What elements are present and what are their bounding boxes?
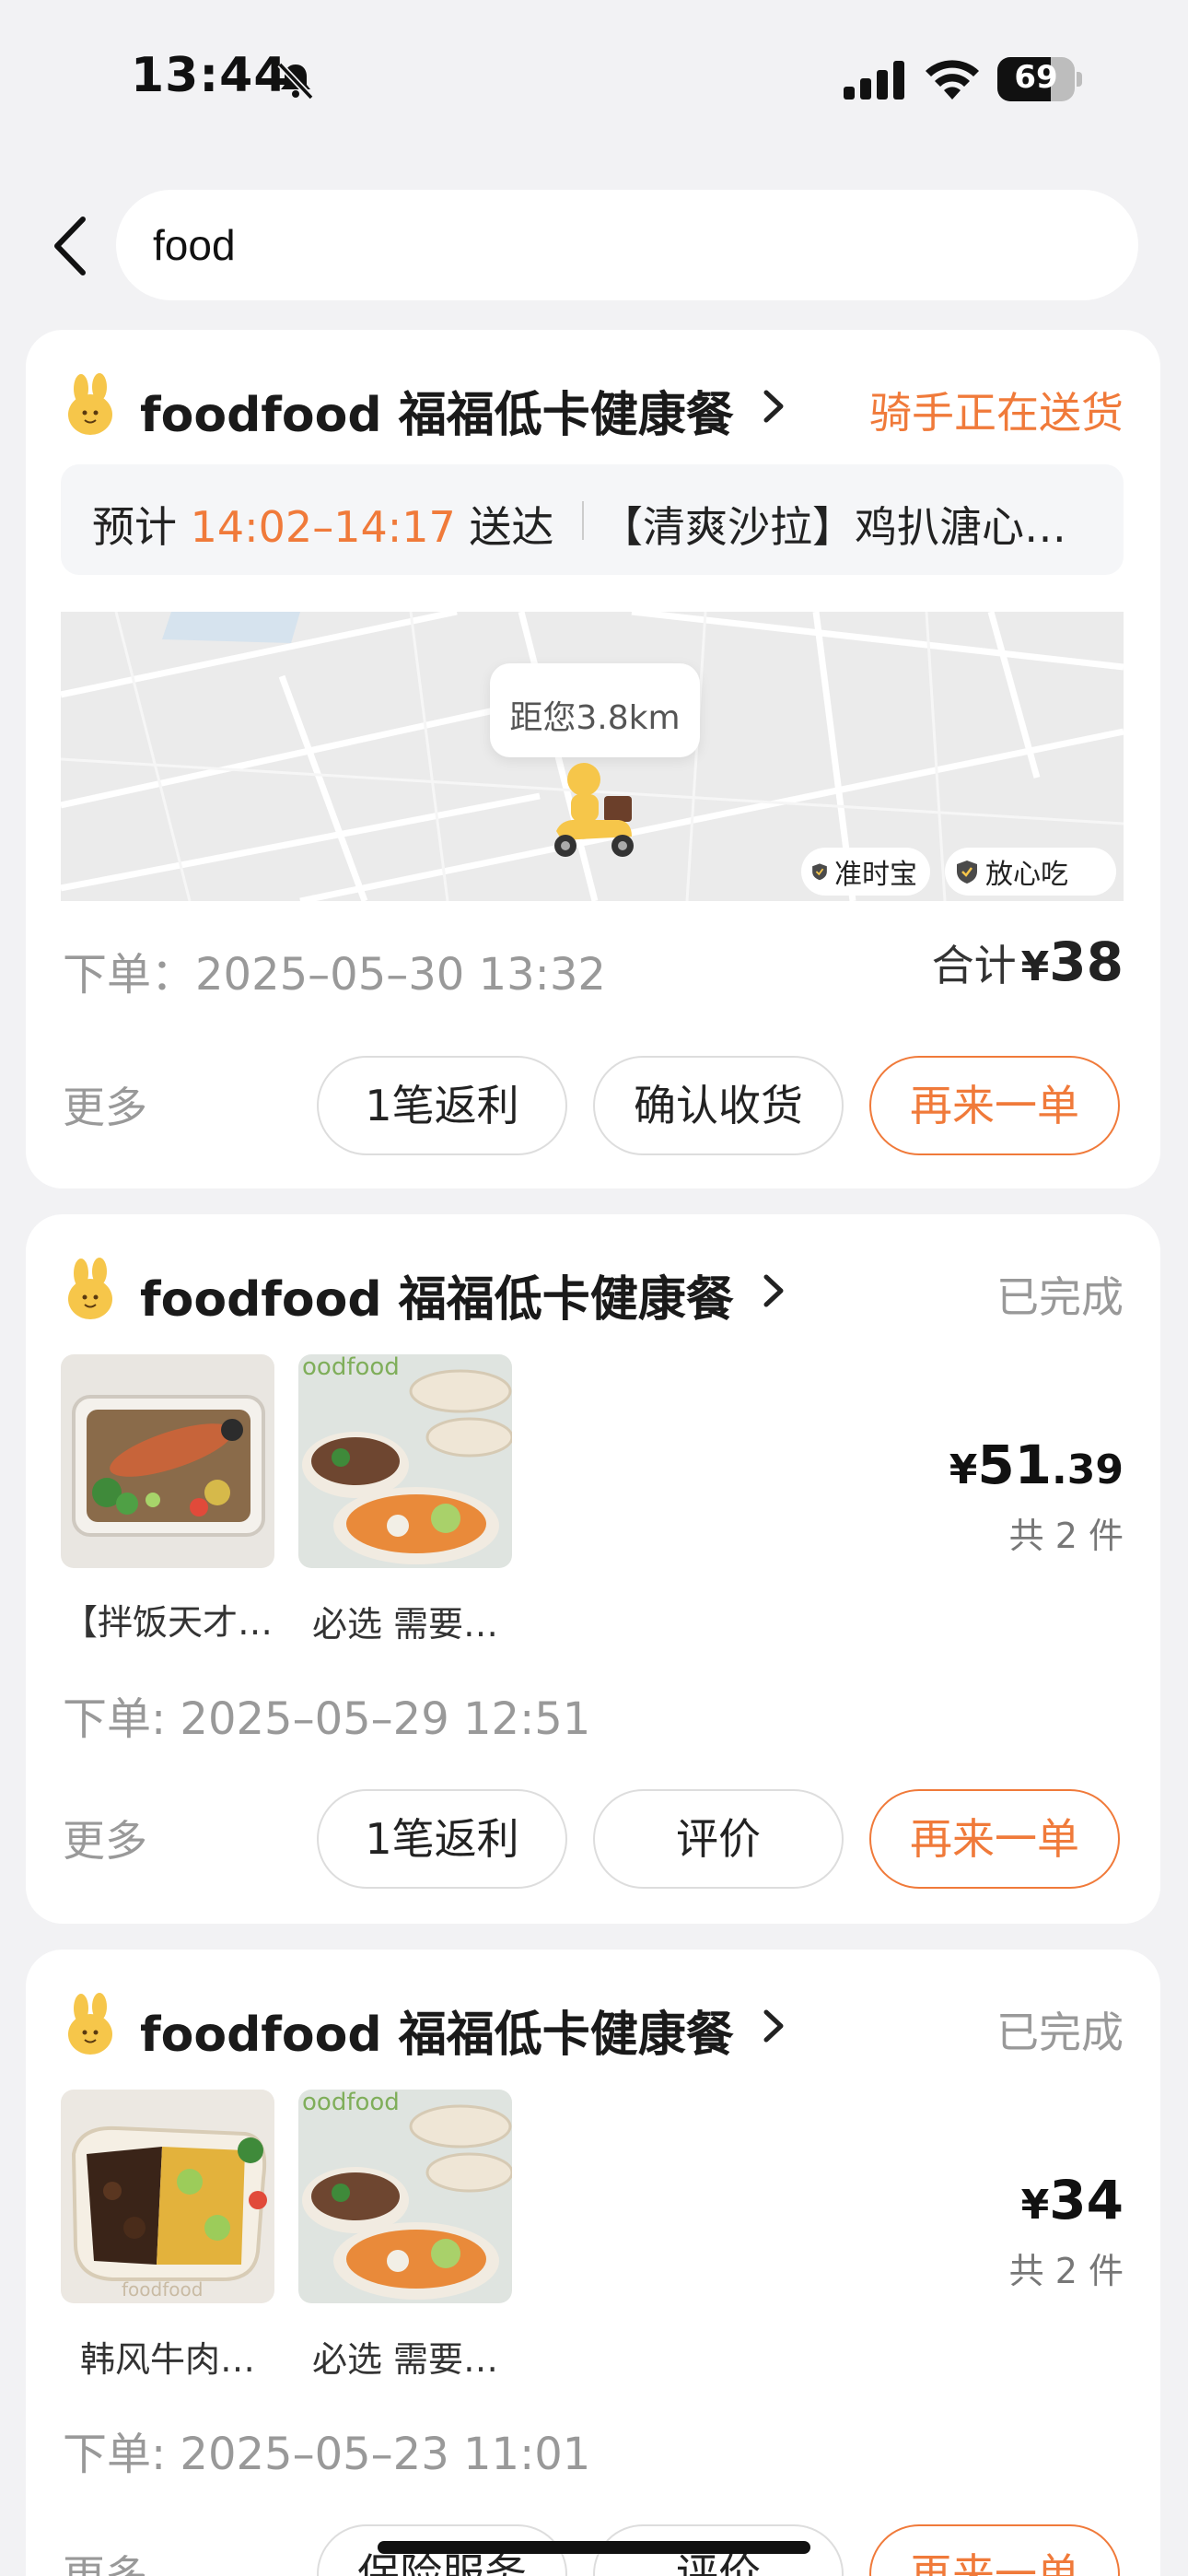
confirm-receipt-button[interactable]: 确认收货 bbox=[593, 1056, 844, 1155]
order-price: ¥34 bbox=[1021, 2169, 1124, 2231]
store-header[interactable]: foodfood 福福低卡健康餐 已完成 bbox=[63, 1253, 1124, 1329]
more-link[interactable]: 更多 bbox=[63, 1074, 147, 1135]
battery-indicator: 69 bbox=[997, 57, 1082, 101]
store-logo-icon bbox=[68, 373, 112, 435]
status-bar: 13:44 69 bbox=[0, 0, 1188, 157]
eta-bar[interactable]: 预计 14:02–14:17 送达 【清爽沙拉】鸡扒溏心… bbox=[61, 464, 1124, 575]
svg-text:foodfood: foodfood bbox=[122, 2278, 203, 2301]
item-caption: 【拌饭天才… bbox=[62, 1602, 273, 1643]
eta-prefix: 预计 bbox=[92, 502, 177, 552]
badge-food-safety[interactable]: 放心吃 bbox=[945, 848, 1116, 896]
distance-bubble: 距您3.8km bbox=[490, 663, 700, 757]
more-link[interactable]: 更多 bbox=[63, 2543, 147, 2576]
total-currency: ¥ bbox=[1020, 943, 1050, 990]
badge-label: 准时宝 bbox=[834, 859, 917, 891]
order-status: 骑手正在送货 bbox=[869, 388, 1124, 438]
search-bar[interactable] bbox=[116, 190, 1138, 300]
order-card-completed[interactable]: foodfood 福福低卡健康餐 已完成 oodfood 【拌饭天才… 必选 需… bbox=[26, 1214, 1160, 1924]
chevron-right-icon[interactable] bbox=[759, 2005, 788, 2047]
reorder-button[interactable]: 再来一单 bbox=[869, 1056, 1120, 1155]
price-integer: 51 bbox=[977, 1434, 1053, 1496]
eta-text: 预计 14:02–14:17 送达 bbox=[92, 494, 553, 555]
order-date: 下单: 2025–05–29 12:51 bbox=[63, 1693, 591, 1745]
item-thumbnail-foodfood-packaging[interactable]: oodfood bbox=[298, 1354, 512, 1568]
reorder-button[interactable]: 再来一单 bbox=[869, 1789, 1120, 1889]
svg-text:oodfood: oodfood bbox=[302, 1354, 400, 1381]
item-caption: 韩风牛肉… bbox=[79, 2339, 255, 2380]
distance-text: 距您3.8km bbox=[509, 699, 681, 737]
battery-level-text: 69 bbox=[1014, 59, 1058, 96]
eta-time: 14:02–14:17 bbox=[190, 502, 456, 552]
delivery-rider-icon bbox=[554, 763, 634, 857]
item-thumbnail-beef-egg-bowl[interactable]: foodfood bbox=[61, 2090, 274, 2303]
order-card-completed[interactable]: foodfood 福福低卡健康餐 已完成 foodfood oodfood 韩风… bbox=[26, 1950, 1160, 2576]
order-status: 已完成 bbox=[996, 2008, 1124, 2057]
order-price: ¥51.39 bbox=[949, 1434, 1124, 1496]
item-thumbnail-salmon-rice-bowl[interactable] bbox=[61, 1354, 274, 1568]
back-arrow-icon[interactable] bbox=[37, 205, 111, 287]
home-indicator[interactable] bbox=[378, 2541, 810, 2554]
total-label: 合计 bbox=[931, 941, 1017, 990]
cellular-signal-icon bbox=[844, 61, 904, 100]
review-button[interactable]: 评价 bbox=[593, 1789, 844, 1889]
store-header[interactable]: foodfood 福福低卡健康餐 骑手正在送货 bbox=[63, 369, 1124, 445]
badge-label: 放心吃 bbox=[985, 859, 1068, 891]
shield-icon bbox=[957, 861, 977, 884]
eta-suffix: 送达 bbox=[469, 502, 554, 552]
store-name[interactable]: foodfood 福福低卡健康餐 bbox=[140, 1260, 734, 1329]
item-thumbnail-foodfood-packaging[interactable]: oodfood bbox=[298, 2090, 512, 2303]
svg-text:oodfood: oodfood bbox=[302, 2090, 400, 2116]
chevron-right-icon[interactable] bbox=[759, 1270, 788, 1312]
item-count: 共 2 件 bbox=[1008, 1516, 1124, 1556]
store-name[interactable]: foodfood 福福低卡健康餐 bbox=[140, 376, 734, 445]
total-value: 38 bbox=[1049, 931, 1124, 993]
order-date: 下单: 2025–05–23 11:01 bbox=[63, 2429, 591, 2480]
price-decimal: .39 bbox=[1052, 1446, 1124, 1493]
price-currency: ¥ bbox=[949, 1446, 978, 1493]
rebate-button[interactable]: 1笔返利 bbox=[317, 1056, 567, 1155]
store-header[interactable]: foodfood 福福低卡健康餐 已完成 bbox=[63, 1988, 1124, 2065]
more-link[interactable]: 更多 bbox=[63, 1808, 147, 1868]
order-status: 已完成 bbox=[996, 1272, 1124, 1322]
item-caption: 必选 需要… bbox=[311, 2339, 499, 2380]
order-total: 合计 ¥38 bbox=[932, 931, 1124, 993]
divider bbox=[582, 501, 584, 540]
item-count: 共 2 件 bbox=[1008, 2251, 1124, 2291]
store-logo-icon bbox=[68, 1258, 112, 1319]
price-integer: 34 bbox=[1049, 2169, 1124, 2231]
order-card-delivering[interactable]: foodfood 福福低卡健康餐 骑手正在送货 预计 14:02–14:17 送… bbox=[26, 330, 1160, 1188]
reorder-button[interactable]: 再来一单 bbox=[869, 2524, 1120, 2576]
delivery-map[interactable]: 距您3.8km 准时宝 放心吃 bbox=[61, 612, 1124, 901]
wifi-icon bbox=[926, 60, 979, 100]
store-logo-icon bbox=[68, 1993, 112, 2055]
badge-on-time-guarantee[interactable]: 准时宝 bbox=[801, 848, 930, 896]
store-name[interactable]: foodfood 福福低卡健康餐 bbox=[140, 1996, 734, 2065]
status-time: 13:44 bbox=[131, 48, 288, 103]
eta-item-name: 【清爽沙拉】鸡扒溏心… bbox=[600, 502, 1066, 552]
search-input[interactable] bbox=[153, 216, 1074, 275]
bell-off-icon bbox=[277, 62, 314, 100]
order-date: 下单：2025–05–30 13:32 bbox=[63, 949, 606, 1001]
rebate-button[interactable]: 1笔返利 bbox=[317, 1789, 567, 1889]
item-caption: 必选 需要… bbox=[311, 1604, 499, 1645]
chevron-right-icon[interactable] bbox=[759, 385, 788, 427]
shield-icon bbox=[812, 863, 827, 881]
price-currency: ¥ bbox=[1020, 2182, 1050, 2229]
